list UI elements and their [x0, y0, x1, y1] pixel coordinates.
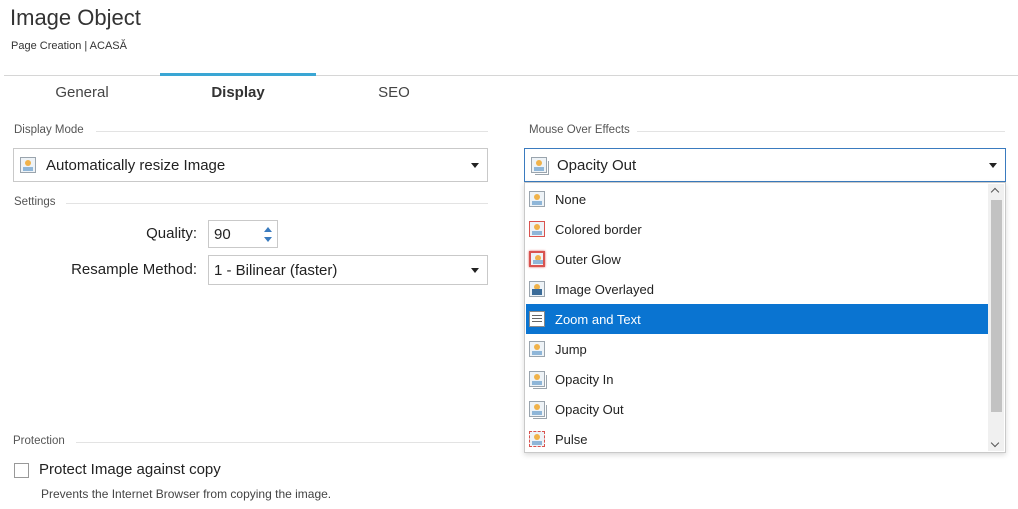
resample-method-value: 1 - Bilinear (faster) [214, 261, 338, 279]
display-mode-value: Automatically resize Image [46, 156, 226, 174]
tab-general[interactable]: General [4, 84, 160, 101]
scroll-down-icon[interactable] [990, 438, 1000, 448]
chevron-down-icon [471, 268, 479, 273]
dropdown-option-opacity-in[interactable]: Opacity In [526, 364, 989, 394]
dropdown-option-colored-border[interactable]: Colored border [526, 214, 989, 244]
breadcrumb: Page Creation | ACASĂ [11, 40, 127, 52]
dropdown-scrollbar[interactable] [988, 184, 1004, 451]
resample-method-select[interactable]: 1 - Bilinear (faster) [208, 255, 488, 285]
option-label: Pulse [555, 431, 588, 447]
pulse-icon [529, 431, 545, 447]
section-divider [66, 203, 488, 204]
dropdown-option-pulse[interactable]: Pulse [526, 424, 989, 454]
protection-label: Protection [13, 435, 65, 447]
dropdown-option-opacity-out[interactable]: Opacity Out [526, 394, 989, 424]
protect-image-hint: Prevents the Internet Browser from copyi… [41, 487, 332, 501]
protect-image-label[interactable]: Protect Image against copy [39, 461, 221, 478]
chevron-down-icon [471, 163, 479, 168]
tab-seo[interactable]: SEO [316, 84, 472, 101]
mouse-over-effects-dropdown[interactable]: None Colored border Outer Glow Image Ove… [524, 182, 1006, 453]
opacity-out-icon [531, 157, 547, 173]
mouse-over-effects-value: Opacity Out [557, 156, 637, 174]
dropdown-option-none[interactable]: None [526, 184, 989, 214]
opacity-out-icon [529, 401, 545, 417]
tab-display[interactable]: Display [160, 84, 316, 101]
option-label: Outer Glow [555, 251, 621, 267]
option-label: Opacity In [555, 371, 614, 387]
image-overlayed-icon [529, 281, 545, 297]
section-divider [76, 442, 480, 443]
option-label: Zoom and Text [555, 311, 641, 327]
zoom-text-icon [529, 311, 545, 327]
active-tab-indicator [160, 73, 316, 76]
option-label: Opacity Out [555, 401, 624, 417]
quality-value: 90 [214, 226, 231, 243]
colored-border-icon [529, 221, 545, 237]
image-icon [20, 157, 36, 173]
mouse-over-effects-label: Mouse Over Effects [529, 124, 630, 136]
display-mode-select[interactable]: Automatically resize Image [13, 148, 488, 182]
dropdown-option-zoom-and-text[interactable]: Zoom and Text [526, 304, 989, 334]
option-label: Jump [555, 341, 587, 357]
scroll-up-icon[interactable] [990, 187, 1000, 197]
spin-up-icon[interactable] [264, 227, 272, 232]
image-icon [529, 191, 545, 207]
dropdown-option-outer-glow[interactable]: Outer Glow [526, 244, 989, 274]
page-title: Image Object [10, 5, 141, 30]
mouse-over-effects-select[interactable]: Opacity Out [524, 148, 1006, 182]
quality-label: Quality: [146, 225, 197, 242]
dropdown-option-jump[interactable]: Jump [526, 334, 989, 364]
quality-stepper[interactable]: 90 [208, 220, 278, 248]
chevron-down-icon [989, 163, 997, 168]
tabs-divider [4, 75, 1018, 76]
settings-label: Settings [14, 196, 56, 208]
option-label: None [555, 191, 587, 207]
section-divider [637, 131, 1005, 132]
option-label: Colored border [555, 221, 642, 237]
dropdown-option-image-overlayed[interactable]: Image Overlayed [526, 274, 989, 304]
section-divider [96, 131, 488, 132]
protect-image-checkbox[interactable] [14, 463, 29, 478]
option-label: Image Overlayed [555, 281, 654, 297]
opacity-in-icon [529, 371, 545, 387]
resample-method-label: Resample Method: [71, 261, 197, 278]
scrollbar-thumb[interactable] [991, 200, 1002, 412]
display-mode-label: Display Mode [14, 124, 84, 136]
spin-down-icon[interactable] [264, 237, 272, 242]
jump-icon [529, 341, 545, 357]
outer-glow-icon [529, 251, 545, 267]
